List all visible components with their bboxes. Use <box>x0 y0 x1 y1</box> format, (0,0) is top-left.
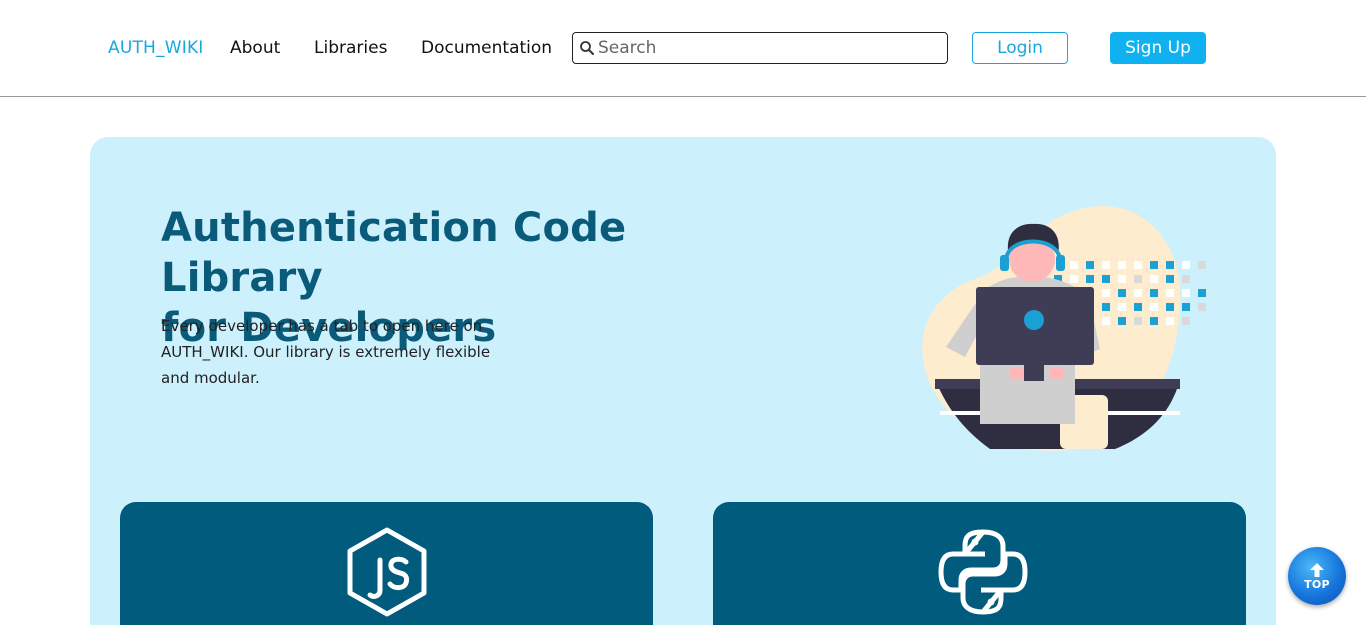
library-card-python[interactable] <box>713 502 1246 625</box>
nav-link-documentation[interactable]: Documentation <box>421 38 552 58</box>
developer-at-computer-illustration <box>910 199 1210 459</box>
library-card-nodejs[interactable] <box>120 502 653 625</box>
brand-logo-link[interactable]: AUTH_WIKI <box>108 38 204 58</box>
login-button[interactable]: Login <box>972 32 1068 64</box>
search-icon <box>579 40 595 56</box>
scroll-to-top-label: TOP <box>1304 577 1330 591</box>
nav-link-libraries[interactable]: Libraries <box>314 38 387 58</box>
search-input[interactable] <box>598 38 938 58</box>
nav-link-about[interactable]: About <box>230 38 280 58</box>
signup-button[interactable]: Sign Up <box>1110 32 1206 64</box>
navbar: AUTH_WIKI About Libraries Documentation … <box>0 0 1366 97</box>
scroll-to-top-button[interactable]: TOP <box>1288 547 1346 605</box>
hero-title-line-1: Authentication Code Library <box>161 205 627 301</box>
nodejs-icon <box>344 526 430 618</box>
arrow-up-icon <box>1308 562 1326 578</box>
python-icon <box>937 526 1028 618</box>
hero-section: Authentication Code Library for Develope… <box>90 137 1276 625</box>
search-box[interactable] <box>572 32 948 64</box>
hero-description: Every developer has a tab to open here o… <box>161 317 491 387</box>
